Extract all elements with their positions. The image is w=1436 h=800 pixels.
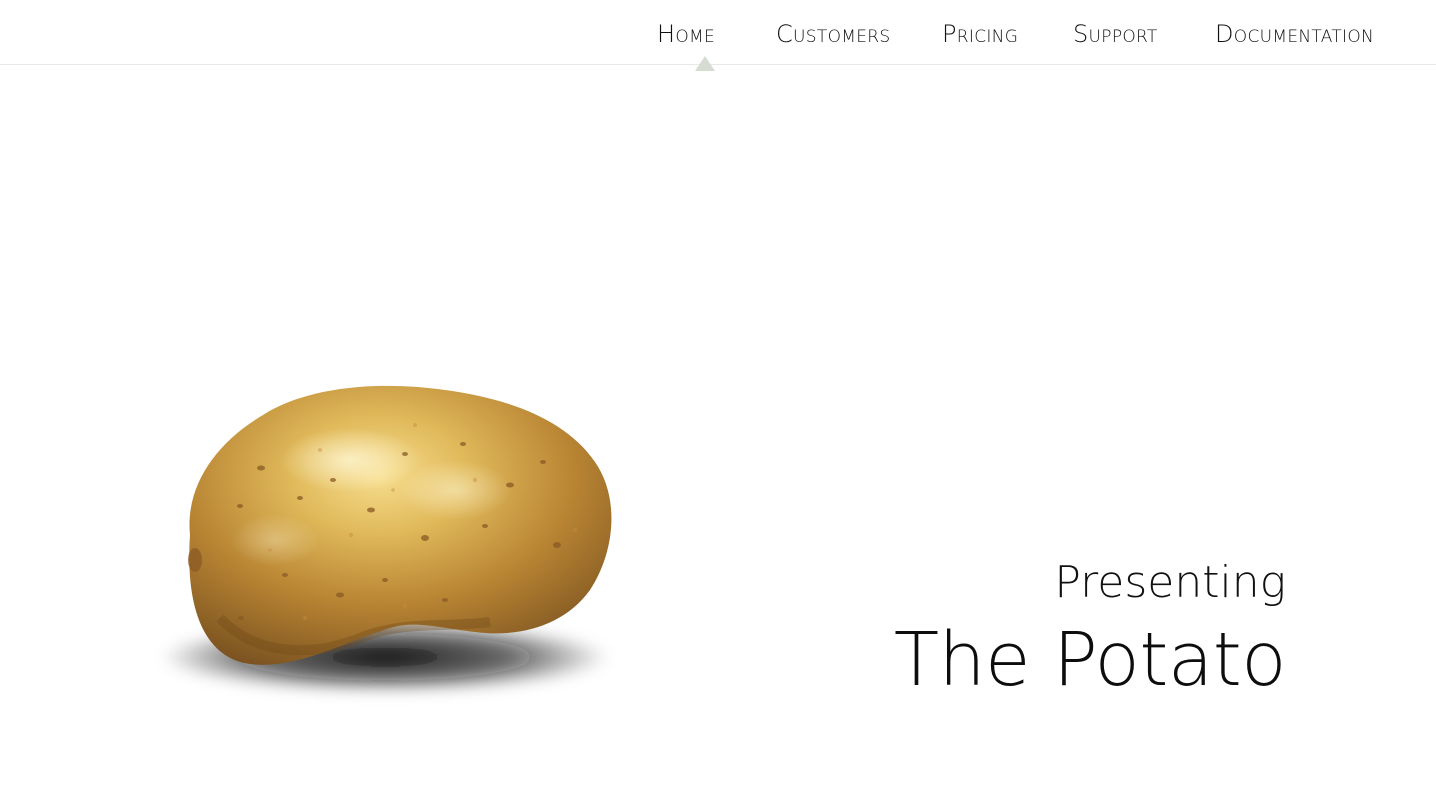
nav-home-link[interactable]: Home <box>657 20 715 48</box>
top-navigation-bar: Home Customers Pricing Support Documenta… <box>0 0 1436 65</box>
nav-pricing-link[interactable]: Pricing <box>942 20 1018 48</box>
main-nav: Home Customers Pricing Support Documenta… <box>0 0 1436 64</box>
nav-support-link[interactable]: Support <box>1073 20 1158 48</box>
hero-title: The Potato <box>893 617 1287 703</box>
hero-eyebrow-text: Presenting <box>1054 557 1286 608</box>
nav-documentation-link[interactable]: Documentation <box>1215 20 1374 48</box>
nav-customers-link[interactable]: Customers <box>776 20 890 48</box>
landing-page: Home Customers Pricing Support Documenta… <box>0 0 1436 800</box>
active-nav-indicator <box>695 56 715 71</box>
potato-image <box>160 385 612 693</box>
